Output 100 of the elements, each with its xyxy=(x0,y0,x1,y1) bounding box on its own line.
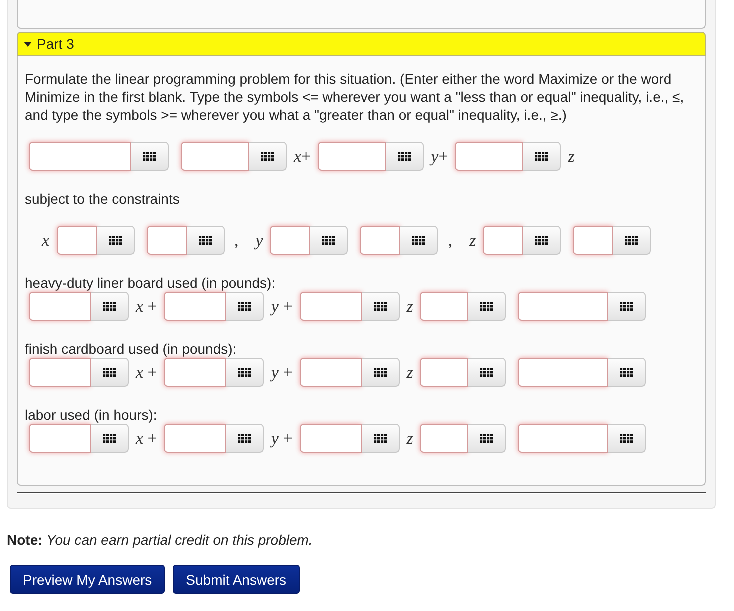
answer-field[interactable] xyxy=(360,226,400,255)
keypad-button[interactable] xyxy=(91,358,129,387)
answer-field[interactable] xyxy=(300,292,362,321)
keypad-button[interactable] xyxy=(386,142,424,171)
grid-icon xyxy=(620,434,634,443)
grid-icon xyxy=(374,368,387,377)
keypad-button[interactable] xyxy=(362,292,400,321)
constraints-heading: subject to the constraints xyxy=(25,190,181,208)
grid-icon xyxy=(322,236,336,245)
constraint-label: heavy-duty liner board used (in pounds): xyxy=(25,274,277,292)
grid-icon xyxy=(625,236,638,245)
answer-field[interactable] xyxy=(300,358,362,387)
grid-icon xyxy=(374,434,387,443)
answer-field[interactable] xyxy=(181,142,249,171)
keypad-button[interactable] xyxy=(91,292,129,321)
answer-field[interactable] xyxy=(420,424,468,453)
keypad-button[interactable] xyxy=(608,358,646,387)
grid-icon xyxy=(108,236,122,245)
math-term: x + xyxy=(136,362,158,382)
action-button[interactable]: Submit Answers xyxy=(173,565,300,594)
math-variable: z xyxy=(406,428,414,448)
grid-icon xyxy=(480,368,494,377)
grid-icon xyxy=(412,236,426,245)
answer-field[interactable] xyxy=(455,142,524,171)
grid-icon xyxy=(480,302,494,311)
note-text: Note: You can earn partial credit on this problem. xyxy=(7,531,314,549)
answer-field[interactable] xyxy=(573,226,614,255)
answer-field[interactable] xyxy=(518,358,608,387)
grid-icon xyxy=(238,368,252,377)
answer-field[interactable] xyxy=(300,424,362,453)
instructions-text: Formulate the linear programming problem for this situation. (Enter either the word Maximize or the word Minimize in the first blank. Type the symbols <= wherever you want a "less than or equal" inequality, i.e., ≤, and type the symbols >= wherever you what a "greater than or equal" inequality, i.e., ≥.) xyxy=(25,70,686,124)
math-variable: x xyxy=(42,230,50,250)
answer-field[interactable] xyxy=(56,226,97,255)
grid-icon xyxy=(103,368,116,377)
grid-icon xyxy=(238,434,252,443)
keypad-button[interactable] xyxy=(523,226,562,255)
answer-field[interactable] xyxy=(29,142,131,171)
grid-icon xyxy=(620,302,634,311)
answer-field[interactable] xyxy=(318,142,386,171)
keypad-button[interactable] xyxy=(91,424,129,453)
keypad-button[interactable] xyxy=(96,226,135,255)
keypad-button[interactable] xyxy=(249,142,287,171)
grid-icon xyxy=(620,368,634,377)
keypad-button[interactable] xyxy=(468,292,506,321)
keypad-button[interactable] xyxy=(131,142,169,171)
keypad-button[interactable] xyxy=(608,292,646,321)
keypad-button[interactable] xyxy=(400,226,438,255)
grid-icon xyxy=(261,152,274,161)
keypad-button[interactable] xyxy=(226,292,264,321)
math-separator: , xyxy=(234,230,239,250)
grid-icon xyxy=(198,236,212,245)
answer-field[interactable] xyxy=(164,424,226,453)
constraint-label: labor used (in hours): xyxy=(25,406,158,424)
keypad-button[interactable] xyxy=(468,424,506,453)
answer-field[interactable] xyxy=(483,226,524,255)
answer-field[interactable] xyxy=(420,358,468,387)
part-header[interactable]: Part 3 xyxy=(17,32,706,56)
grid-icon xyxy=(103,302,116,311)
keypad-button[interactable] xyxy=(226,424,264,453)
math-variable: z xyxy=(568,146,575,166)
keypad-button[interactable] xyxy=(613,226,652,255)
math-term: y + xyxy=(271,428,293,448)
keypad-button[interactable] xyxy=(468,358,506,387)
keypad-button[interactable] xyxy=(608,424,646,453)
grid-icon xyxy=(480,434,494,443)
math-term: x + xyxy=(136,428,158,448)
answer-field[interactable] xyxy=(164,292,226,321)
keypad-button[interactable] xyxy=(362,424,400,453)
keypad-button[interactable] xyxy=(362,358,400,387)
keypad-button[interactable] xyxy=(226,358,264,387)
grid-icon xyxy=(535,152,548,161)
answer-field[interactable] xyxy=(518,292,608,321)
grid-icon xyxy=(103,434,116,443)
answer-field[interactable] xyxy=(29,292,91,321)
grid-icon xyxy=(238,302,252,311)
grid-icon xyxy=(535,236,548,245)
grid-icon xyxy=(398,152,412,161)
answer-field[interactable] xyxy=(164,358,226,387)
answer-field[interactable] xyxy=(518,424,608,453)
answer-field[interactable] xyxy=(29,424,91,453)
keypad-button[interactable] xyxy=(186,226,225,255)
math-variable: z xyxy=(470,230,476,250)
action-button[interactable]: Preview My Answers xyxy=(10,565,166,594)
grid-icon xyxy=(374,302,387,311)
math-variable: z xyxy=(406,296,414,316)
keypad-button[interactable] xyxy=(310,226,348,255)
answer-field[interactable] xyxy=(270,226,310,255)
grid-icon xyxy=(143,152,156,161)
math-variable: y xyxy=(256,230,264,250)
answer-field[interactable] xyxy=(420,292,468,321)
math-term: x+ xyxy=(294,146,312,166)
math-separator: , xyxy=(448,230,453,250)
constraint-label: finish cardboard used (in pounds): xyxy=(25,340,238,358)
answer-field[interactable] xyxy=(29,358,91,387)
math-term: x + xyxy=(136,296,158,316)
math-variable: z xyxy=(406,362,414,382)
keypad-button[interactable] xyxy=(523,142,562,171)
answer-field[interactable] xyxy=(146,226,187,255)
math-term: y + xyxy=(271,362,293,382)
math-term: y+ xyxy=(431,146,448,166)
